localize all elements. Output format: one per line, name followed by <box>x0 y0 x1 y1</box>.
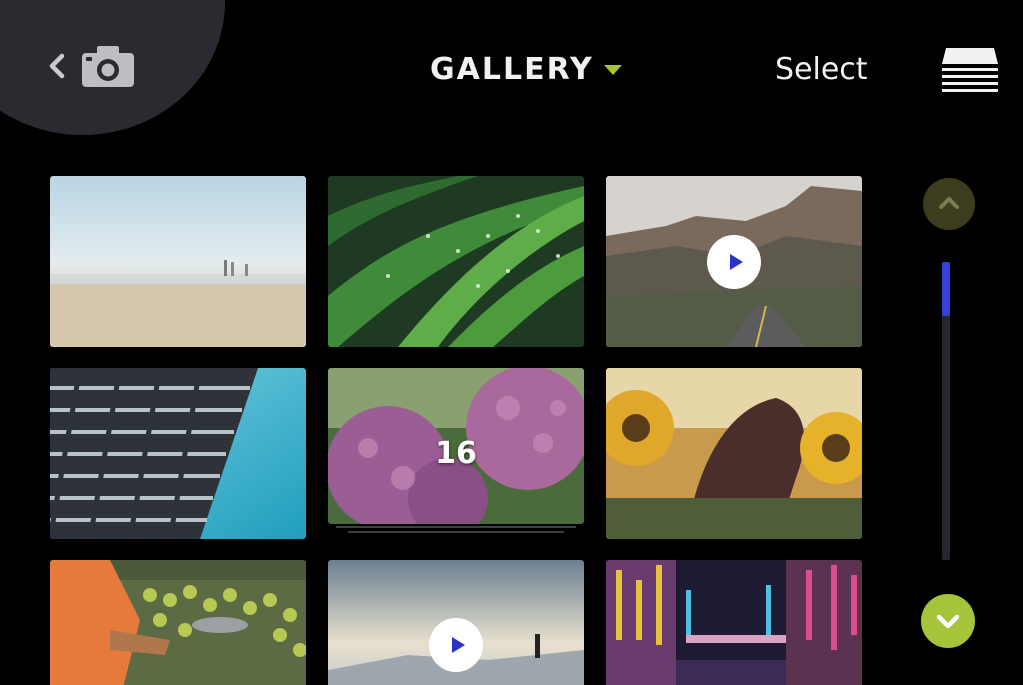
gallery-item-grass[interactable] <box>328 176 584 347</box>
gallery-item-market[interactable] <box>50 560 306 685</box>
scrollbar-track[interactable] <box>942 262 950 560</box>
caret-down-icon <box>603 64 622 75</box>
gallery-grid: 16 <box>50 176 862 685</box>
gallery-item-hydrangea-album[interactable]: 16 <box>328 368 584 524</box>
chevron-left-icon <box>49 53 65 79</box>
gallery-item-sunflower[interactable] <box>606 368 862 539</box>
album-stack-line <box>336 526 576 528</box>
gallery-title: GALLERY <box>430 52 594 87</box>
scroll-down-button[interactable] <box>921 594 975 648</box>
market-thumbnail <box>50 560 306 685</box>
beach-thumbnail <box>50 176 306 347</box>
play-video-button[interactable] <box>429 618 483 672</box>
chevron-up-icon <box>939 197 959 209</box>
building-thumbnail <box>50 368 306 539</box>
grass-thumbnail <box>328 176 584 347</box>
gallery-item-summit-video[interactable] <box>328 560 584 685</box>
gallery-item-building[interactable] <box>50 368 306 539</box>
camera-icon <box>82 46 134 87</box>
select-button[interactable]: Select <box>775 52 868 87</box>
gallery-item-canyon-video[interactable] <box>606 176 862 347</box>
scrollbar-thumb[interactable] <box>942 262 950 316</box>
scroll-up-button[interactable] <box>923 178 975 230</box>
gallery-item-beach[interactable] <box>50 176 306 347</box>
city-thumbnail <box>606 560 862 685</box>
album-count: 16 <box>435 436 477 471</box>
album-stack-line <box>348 531 564 533</box>
back-to-camera-button[interactable] <box>44 44 139 94</box>
gallery-title-dropdown[interactable]: GALLERY <box>430 52 622 87</box>
gallery-screen: GALLERY Select 16 <box>0 0 1023 685</box>
play-icon <box>451 637 465 653</box>
sunflower-thumbnail <box>606 368 862 539</box>
gallery-item-city[interactable] <box>606 560 862 685</box>
chevron-down-icon <box>936 614 960 629</box>
play-icon <box>729 254 743 270</box>
stack-lines-icon[interactable] <box>940 46 1000 92</box>
play-video-button[interactable] <box>707 235 761 289</box>
